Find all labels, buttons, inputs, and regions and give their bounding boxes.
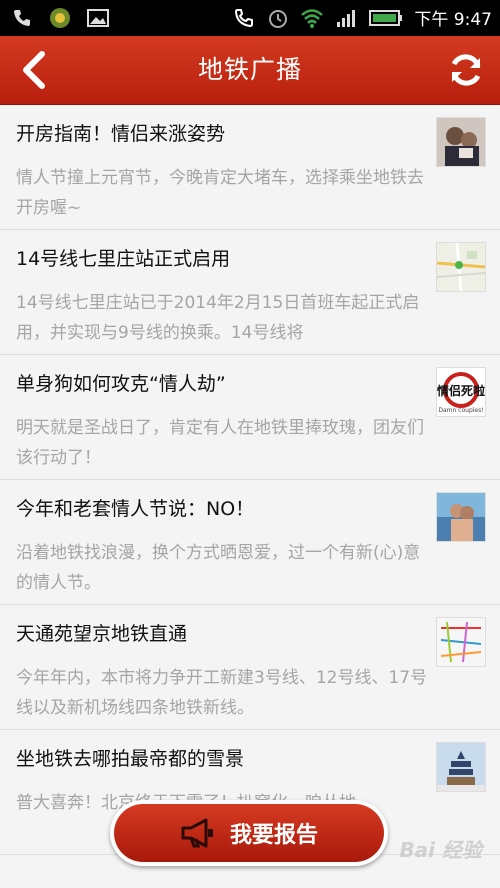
app-icon: [48, 6, 72, 30]
header-bar: 地铁广播: [0, 36, 500, 105]
signal-icon: [334, 6, 358, 30]
alarm-icon: [266, 6, 290, 30]
megaphone-icon: [181, 818, 213, 848]
watermark: Bai 经验: [399, 838, 482, 862]
list-item[interactable]: 今年和老套情人节说：NO！ 沿着地铁找浪漫，换个方式晒恩爱，过一个有新(心)意的…: [0, 480, 500, 605]
couple-photo-thumbnail: [436, 117, 486, 167]
temple-photo-thumbnail: [436, 742, 486, 792]
refresh-button[interactable]: [444, 48, 488, 92]
list-item[interactable]: 单身狗如何攻克“情人劫” 明天就是圣战日了，肯定有人在地铁里捧玫瑰，团友们该行动…: [0, 355, 500, 480]
status-time: 下午 9:47: [414, 10, 492, 30]
news-list: 开房指南！情侣来涨姿势 情人节撞上元宵节，今晚肯定大堵车，选择乘坐地铁去开房喔~…: [0, 105, 500, 855]
item-title: 坐地铁去哪拍最帝都的雪景: [16, 748, 245, 770]
item-summary: 明天就是圣战日了，肯定有人在地铁里捧玫瑰，团友们该行动了！: [16, 418, 424, 468]
refresh-icon: [451, 54, 481, 86]
list-item[interactable]: 开房指南！情侣来涨姿势 情人节撞上元宵节，今晚肯定大堵车，选择乘坐地铁去开房喔~: [0, 105, 500, 230]
battery-icon: [368, 6, 404, 30]
list-item[interactable]: 天通苑望京地铁直通 今年年内，本市将力争开工新建3号线、12号线、17号线以及新…: [0, 605, 500, 730]
item-summary: 情人节撞上元宵节，今晚肯定大堵车，选择乘坐地铁去开房喔~: [16, 168, 424, 218]
beach-couple-photo-thumbnail: [436, 492, 486, 542]
item-title: 今年和老套情人节说：NO！: [16, 498, 255, 520]
item-title: 单身狗如何攻克“情人劫”: [16, 373, 226, 395]
poster-text: 情侣死啦: [437, 383, 485, 398]
page-title: 地铁广播: [197, 55, 302, 84]
wifi-icon: [300, 6, 324, 30]
report-button[interactable]: 我要报告: [114, 804, 384, 862]
report-button-frame: 我要报告: [110, 800, 388, 866]
image-icon: [86, 6, 110, 30]
item-summary: 今年年内，本市将力争开工新建3号线、12号线、17号线以及新机场线四条地铁新线。: [16, 668, 428, 718]
list-item[interactable]: 14号线七里庄站正式启用 14号线七里庄站已于2014年2月15日首班车起正式启…: [0, 230, 500, 355]
poster-subtext: Damn couples!: [438, 407, 483, 414]
call-icon: [232, 6, 256, 30]
poster-thumbnail: 情侣死啦 Damn couples!: [436, 367, 486, 417]
item-summary: 14号线七里庄站已于2014年2月15日首班车起正式启用，并实现与9号线的换乘。…: [16, 293, 420, 343]
status-bar: 下午 9:47: [0, 0, 500, 36]
item-summary: 沿着地铁找浪漫，换个方式晒恩爱，过一个有新(心)意的情人节。: [16, 543, 421, 593]
phone-icon: [10, 6, 34, 30]
item-title: 天通苑望京地铁直通: [16, 623, 188, 645]
subway-map-thumbnail: [436, 617, 486, 667]
report-button-label: 我要报告: [229, 823, 318, 848]
item-title: 14号线七里庄站正式启用: [16, 248, 231, 270]
item-title: 开房指南！情侣来涨姿势: [16, 123, 226, 145]
map-thumbnail: [436, 242, 486, 292]
